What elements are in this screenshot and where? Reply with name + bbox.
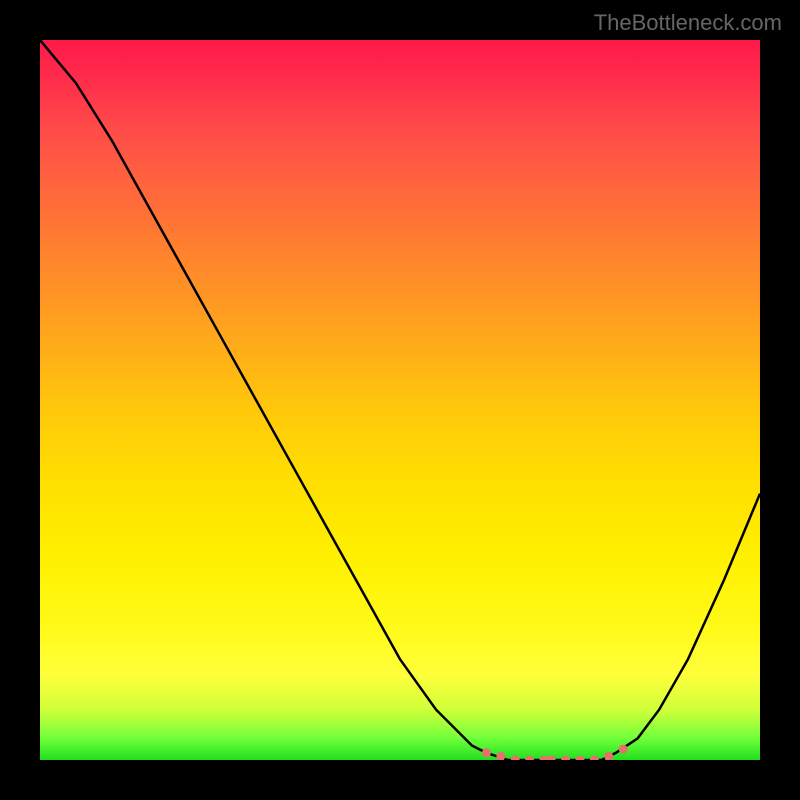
optimal-dot bbox=[525, 756, 534, 761]
watermark-text: TheBottleneck.com bbox=[594, 10, 782, 36]
dots-layer bbox=[40, 40, 760, 760]
optimal-dot bbox=[619, 745, 628, 754]
optimal-dot bbox=[496, 752, 505, 760]
optimal-range-dots bbox=[482, 745, 628, 760]
optimal-dot bbox=[561, 756, 570, 761]
chart-area bbox=[40, 40, 760, 760]
optimal-dot bbox=[482, 748, 491, 757]
optimal-dot bbox=[604, 752, 613, 760]
optimal-dot bbox=[511, 756, 520, 761]
optimal-dot bbox=[590, 756, 599, 761]
optimal-dot bbox=[547, 756, 556, 761]
optimal-dot bbox=[576, 756, 585, 761]
